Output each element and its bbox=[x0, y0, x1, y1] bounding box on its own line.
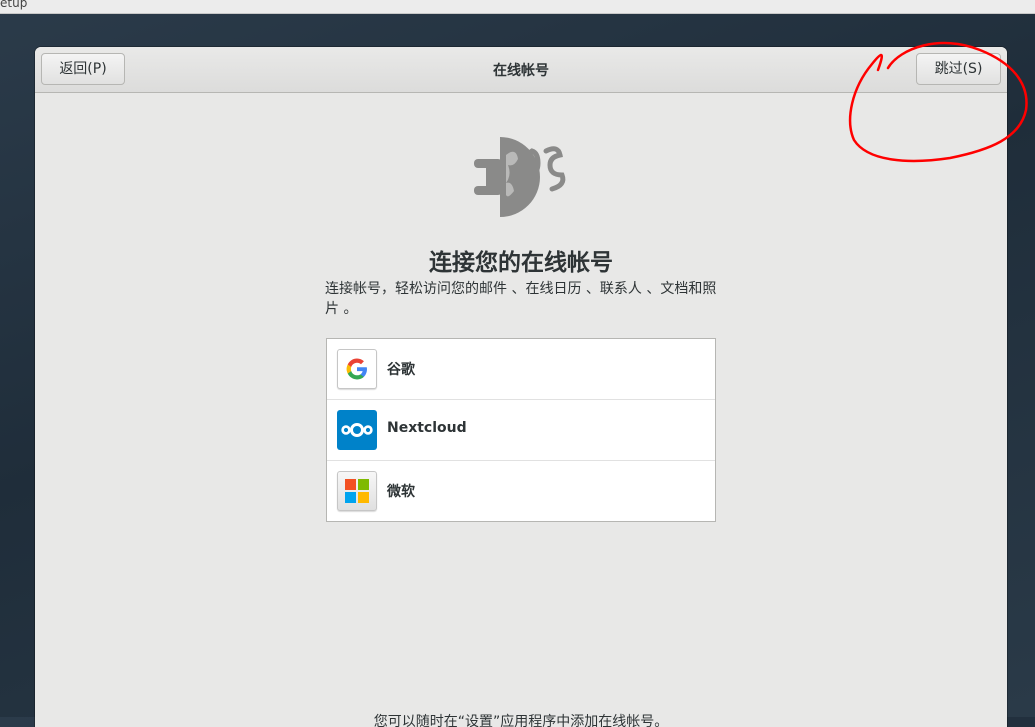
nextcloud-icon bbox=[337, 410, 377, 450]
provider-label: Nextcloud bbox=[387, 420, 467, 436]
setup-window: 返回(P) 在线帐号 跳过(S) 连接您的在线帐号 连接帐号，轻松访问您的邮件 … bbox=[35, 47, 1007, 727]
online-accounts-logo-icon bbox=[474, 137, 566, 217]
provider-row-google[interactable]: 谷歌 bbox=[327, 339, 715, 400]
page-title: 在线帐号 bbox=[493, 63, 549, 79]
provider-label: 谷歌 bbox=[387, 362, 415, 378]
system-topbar: etup bbox=[0, 0, 1035, 14]
description-text: 连接帐号，轻松访问您的邮件 、在线日历 、联系人 、文档和照片 。 bbox=[325, 281, 717, 317]
main-heading: 连接您的在线帐号 bbox=[429, 250, 613, 276]
skip-button[interactable]: 跳过(S) bbox=[916, 53, 1001, 85]
provider-label: 微软 bbox=[387, 484, 415, 500]
account-provider-list: 谷歌 Nextcloud 微软 bbox=[326, 338, 716, 522]
topbar-title: etup bbox=[0, 0, 28, 10]
microsoft-icon bbox=[337, 471, 377, 511]
google-icon bbox=[337, 349, 377, 389]
header-bar: 返回(P) 在线帐号 跳过(S) bbox=[35, 47, 1007, 93]
provider-row-nextcloud[interactable]: Nextcloud bbox=[327, 400, 715, 461]
settings-hint-text: 您可以随时在“设置”应用程序中添加在线帐号。 bbox=[373, 714, 669, 727]
provider-row-microsoft[interactable]: 微软 bbox=[327, 461, 715, 521]
